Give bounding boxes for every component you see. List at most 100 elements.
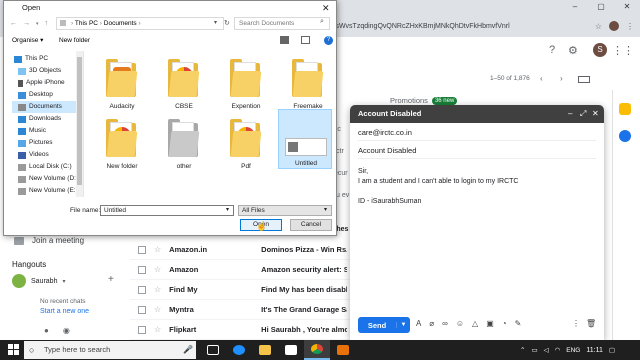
message-body[interactable]: Sir, I am a student and I can't able to … <box>358 167 596 207</box>
tree-item-music[interactable]: Music <box>18 125 83 137</box>
tree-item-this-pc[interactable]: This PC <box>14 53 83 65</box>
keyboard-icon[interactable] <box>578 76 590 83</box>
row-checkbox[interactable] <box>138 285 146 294</box>
app-icon[interactable] <box>330 340 356 360</box>
file-item-untitled[interactable]: Untitled <box>278 109 332 169</box>
back-arrow-icon[interactable]: ← <box>10 17 17 31</box>
store-icon[interactable] <box>278 340 304 360</box>
hangouts-chat-icon[interactable]: ◉ <box>63 326 70 335</box>
to-field[interactable]: care@irctc.co.in <box>358 124 596 141</box>
preview-pane-icon[interactable] <box>301 36 310 44</box>
tree-item-volume-e[interactable]: New Volume (E:) <box>18 185 83 197</box>
row-checkbox[interactable] <box>138 265 146 274</box>
organise-menu[interactable]: Organise ▾ <box>12 35 43 47</box>
row-checkbox[interactable] <box>138 305 146 314</box>
tree-item-3d-objects[interactable]: 3D Objects <box>18 65 83 77</box>
breadcrumb[interactable]: › This PC › Documents › <box>56 17 224 30</box>
gear-icon[interactable]: ⚙ <box>568 44 578 57</box>
chevron-down-icon[interactable]: ▾ <box>214 17 217 30</box>
edge-icon[interactable] <box>226 340 252 360</box>
prev-page-icon[interactable]: ‹ <box>540 74 543 83</box>
confidential-icon[interactable]: ◔ <box>502 319 507 328</box>
hangouts-user[interactable]: Saurabh ▾ <box>12 274 65 288</box>
file-item-freemake[interactable]: Freemake <box>280 53 336 111</box>
search-input[interactable]: Search Documents <box>234 17 330 30</box>
star-icon[interactable]: ☆ <box>154 245 161 254</box>
close-icon[interactable]: ✕ <box>322 1 330 15</box>
recent-chevron-icon[interactable]: ▾ <box>36 17 39 31</box>
help-icon[interactable]: ? <box>549 44 555 56</box>
view-options-icon[interactable] <box>280 36 289 44</box>
trash-icon[interactable]: 🗑 <box>586 319 596 328</box>
compose-header[interactable]: Account Disabled – ⤢ ✕ <box>350 105 604 123</box>
join-meeting-link[interactable]: Join a meeting <box>32 236 84 245</box>
star-icon[interactable]: ☆ <box>154 325 161 334</box>
file-item-new-folder[interactable]: New folder <box>94 113 150 171</box>
subject-field[interactable]: Account Disabled <box>358 142 596 159</box>
up-arrow-icon[interactable]: ↑ <box>45 17 49 31</box>
keep-icon[interactable] <box>619 130 631 142</box>
table-row[interactable]: ☆ Amazon.in Dominos Pizza - Win Rs.1 <box>130 240 352 260</box>
send-button[interactable]: Send ▼ <box>358 317 410 333</box>
file-name-input[interactable]: Untitled <box>100 205 234 216</box>
task-view-icon[interactable] <box>200 340 226 360</box>
windows-start-icon[interactable] <box>8 344 20 356</box>
tree-item-local-disk[interactable]: Local Disk (C:) <box>18 161 83 173</box>
wifi-icon[interactable]: ◠ <box>555 346 561 354</box>
maximize-icon[interactable]: ▢ <box>588 0 614 14</box>
network-icon[interactable]: ▭ <box>531 346 537 354</box>
tree-item-apple-iphone[interactable]: Apple iPhone <box>18 77 83 89</box>
breadcrumb-item[interactable]: Documents <box>104 20 137 27</box>
file-explorer-icon[interactable] <box>252 340 278 360</box>
minimize-icon[interactable]: – <box>562 0 588 14</box>
table-row[interactable]: ☆ Amazon Amazon security alert: Sig <box>130 260 352 280</box>
next-page-icon[interactable]: › <box>560 74 563 83</box>
format-text-icon[interactable]: A <box>416 319 421 328</box>
tree-item-desktop[interactable]: Desktop <box>18 89 83 101</box>
notification-icon[interactable]: ▢ <box>609 346 615 354</box>
avatar[interactable]: S <box>593 43 607 57</box>
tree-item-documents[interactable]: Documents <box>12 101 83 113</box>
scrollbar-thumb[interactable] <box>77 57 82 185</box>
add-icon[interactable]: + <box>108 274 114 285</box>
chevron-down-icon[interactable]: ▾ <box>324 205 327 216</box>
expand-icon[interactable]: ⤢ <box>580 105 586 123</box>
file-item-audacity[interactable]: Audacity <box>94 53 150 111</box>
signature-icon[interactable]: ✎ <box>515 319 522 328</box>
close-icon[interactable]: ✕ <box>614 0 640 14</box>
chrome-icon[interactable] <box>304 340 330 360</box>
tree-item-videos[interactable]: Videos <box>18 149 83 161</box>
star-icon[interactable]: ☆ <box>154 265 161 274</box>
breadcrumb-item[interactable]: This PC <box>75 20 98 27</box>
microphone-icon[interactable]: 🎤 <box>183 341 193 359</box>
emoji-icon[interactable]: ☺ <box>456 319 464 328</box>
star-icon[interactable]: ☆ <box>154 285 161 294</box>
language-indicator[interactable]: ENG <box>566 347 580 354</box>
photo-icon[interactable]: ▣ <box>486 319 494 328</box>
file-item-pdf[interactable]: Pdf <box>218 113 274 171</box>
attach-icon[interactable]: ⌀ <box>429 319 434 328</box>
table-row[interactable]: ☆ Flipkart Hi Saurabh , You're almost <box>130 320 352 340</box>
file-type-select[interactable]: All Files <box>238 205 332 216</box>
tree-item-pictures[interactable]: Pictures <box>18 137 83 149</box>
row-checkbox[interactable] <box>138 245 146 254</box>
close-icon[interactable]: ✕ <box>592 105 599 123</box>
new-folder-button[interactable]: New folder <box>59 35 90 47</box>
apps-grid-icon[interactable]: ⋮⋮ <box>612 44 634 57</box>
refresh-icon[interactable]: ↻ <box>224 17 230 30</box>
start-new-chat-link[interactable]: Start a new one <box>40 308 89 315</box>
star-bookmark-icon[interactable]: ☆ <box>595 22 602 31</box>
minimize-icon[interactable]: – <box>568 105 572 123</box>
chevron-down-icon[interactable]: ▼ <box>396 322 410 328</box>
row-checkbox[interactable] <box>138 325 146 334</box>
file-item-expention[interactable]: Expention <box>218 53 274 111</box>
volume-icon[interactable]: ◁ <box>544 346 549 354</box>
profile-icon[interactable] <box>609 21 619 31</box>
more-options-icon[interactable]: ⋮ <box>572 319 580 328</box>
file-item-cbse[interactable]: CBSE <box>156 53 212 111</box>
table-row[interactable]: ☆ Myntra It's The Grand Garage Sale <box>130 300 352 320</box>
calendar-icon[interactable] <box>619 103 631 115</box>
cancel-button[interactable]: Cancel <box>290 219 332 231</box>
menu-dots-icon[interactable]: ⋮ <box>626 22 634 31</box>
address-bar[interactable]: QsWvsTzqdingQvQNRcZHxKBmjMNkQhDtvFkHbmvf… <box>330 20 640 34</box>
